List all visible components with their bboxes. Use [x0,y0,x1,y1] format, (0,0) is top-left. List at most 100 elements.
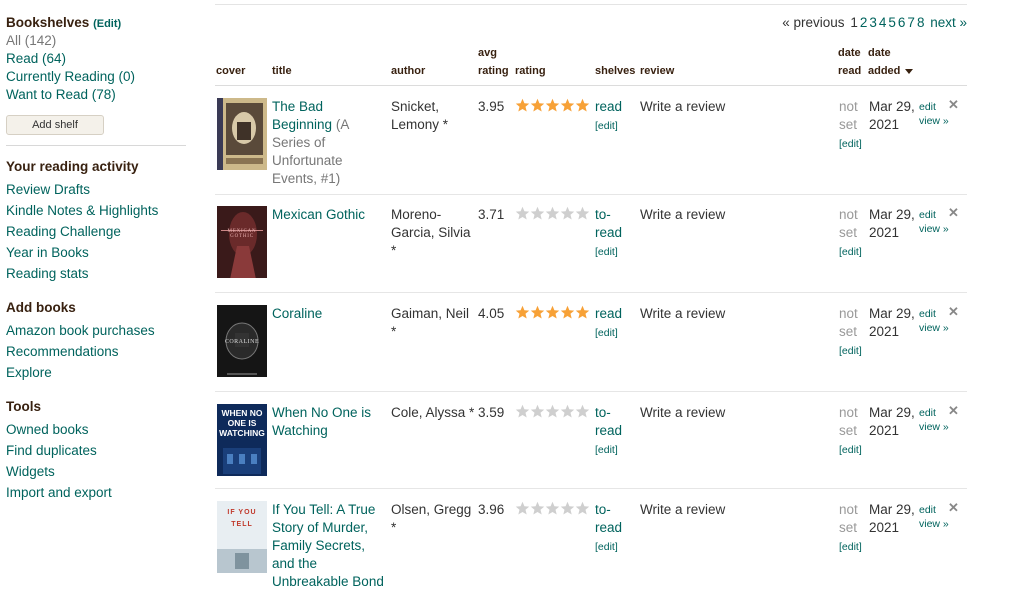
star-icon[interactable] [575,501,590,516]
import-export-link[interactable]: Import and export [6,482,112,503]
reading-challenge-link[interactable]: Reading Challenge [6,221,158,242]
book-title-link[interactable]: If You Tell: A True Story of Murder, Fam… [272,502,384,589]
remove-close-icon[interactable]: ✕ [948,98,962,112]
star-icon[interactable] [560,501,575,516]
header-rating[interactable]: rating [515,62,546,80]
header-cover[interactable]: cover [216,62,245,80]
star-icon[interactable] [515,206,530,221]
review-drafts-link[interactable]: Review Drafts [6,179,158,200]
shelf-all[interactable]: All (142) [6,32,135,50]
view-link[interactable]: view » [919,421,949,433]
shelf-read[interactable]: Read (64) [6,50,135,68]
header-title[interactable]: title [272,62,292,80]
view-link[interactable]: view » [919,115,949,127]
header-review[interactable]: review [640,62,674,80]
pagination-page[interactable]: 8 [917,15,925,30]
book-cover-coraline[interactable]: CORALINE [217,305,267,377]
star-icon[interactable] [545,305,560,320]
book-cover-bad-beginning[interactable] [217,98,267,170]
star-icon[interactable] [545,206,560,221]
star-icon[interactable] [560,305,575,320]
rating-stars[interactable] [515,404,595,419]
view-link[interactable]: view » [919,223,949,235]
view-link[interactable]: view » [919,518,949,530]
pagination-page[interactable]: 4 [879,15,887,30]
book-cover-if-you-tell[interactable]: IF YOU TELL [217,501,267,573]
shelf-link[interactable]: to-read [595,405,622,438]
star-icon[interactable] [515,98,530,113]
star-icon[interactable] [530,404,545,419]
date-read-edit-link[interactable]: [edit] [839,541,862,553]
view-link[interactable]: view » [919,322,949,334]
remove-close-icon[interactable]: ✕ [948,501,962,515]
write-review-link[interactable]: Write a review [640,404,760,422]
star-icon[interactable] [560,404,575,419]
rating-stars[interactable] [515,305,595,320]
shelf-currently-reading[interactable]: Currently Reading (0) [6,68,135,86]
author-link[interactable]: Moreno-Garcia, Silvia * [391,206,476,260]
author-link[interactable]: Snicket, Lemony * [391,98,476,134]
star-icon[interactable] [560,98,575,113]
star-icon[interactable] [515,404,530,419]
add-shelf-button[interactable]: Add shelf [6,115,104,135]
amazon-purchases-link[interactable]: Amazon book purchases [6,320,155,341]
write-review-link[interactable]: Write a review [640,501,760,519]
book-title-link[interactable]: Mexican Gothic [272,207,365,222]
date-read-edit-link[interactable]: [edit] [839,246,862,258]
date-read-edit-link[interactable]: [edit] [839,444,862,456]
shelf-want-to-read[interactable]: Want to Read (78) [6,86,135,104]
edit-link[interactable]: edit [919,209,936,221]
star-icon[interactable] [530,305,545,320]
shelf-link[interactable]: read [595,306,622,321]
book-cover-mexican-gothic[interactable]: MEXICAN GOTHIC [217,206,267,278]
kindle-notes-link[interactable]: Kindle Notes & Highlights [6,200,158,221]
find-duplicates-link[interactable]: Find duplicates [6,440,112,461]
rating-stars[interactable] [515,206,595,221]
book-cover-when-no-one-watching[interactable]: WHEN NO ONE IS WATCHING [217,404,267,476]
pagination-page[interactable]: 6 [898,15,906,30]
widgets-link[interactable]: Widgets [6,461,112,482]
explore-link[interactable]: Explore [6,362,155,383]
remove-close-icon[interactable]: ✕ [948,404,962,418]
header-date-read-top[interactable]: date [838,44,861,62]
book-title-link[interactable]: When No One is Watching [272,405,371,438]
star-icon[interactable] [545,501,560,516]
reading-stats-link[interactable]: Reading stats [6,263,158,284]
date-read-edit-link[interactable]: [edit] [839,138,862,150]
author-link[interactable]: Olsen, Gregg * [391,501,476,537]
shelf-link[interactable]: read [595,99,622,114]
remove-close-icon[interactable]: ✕ [948,305,962,319]
pagination-page[interactable]: 2 [860,15,868,30]
star-icon[interactable] [575,404,590,419]
year-in-books-link[interactable]: Year in Books [6,242,158,263]
header-avg-rating-top[interactable]: avg [478,44,497,62]
header-date-read-bottom[interactable]: read [838,62,861,80]
bookshelves-edit-link[interactable]: (Edit) [93,18,121,30]
star-icon[interactable] [515,305,530,320]
rating-stars[interactable] [515,501,595,516]
header-avg-rating-bottom[interactable]: rating [478,62,509,80]
shelf-link[interactable]: to-read [595,502,622,535]
book-title-link[interactable]: The Bad Beginning [272,99,332,132]
shelf-edit-link[interactable]: [edit] [595,444,618,456]
pagination-previous[interactable]: « previous [782,15,844,30]
book-title-link[interactable]: Coraline [272,306,322,321]
edit-link[interactable]: edit [919,101,936,113]
shelf-edit-link[interactable]: [edit] [595,246,618,258]
pagination-page[interactable]: 5 [888,15,896,30]
recommendations-link[interactable]: Recommendations [6,341,155,362]
shelf-edit-link[interactable]: [edit] [595,541,618,553]
header-date-added-bottom[interactable]: added [868,62,914,80]
header-shelves[interactable]: shelves [595,62,635,80]
write-review-link[interactable]: Write a review [640,206,760,224]
star-icon[interactable] [575,206,590,221]
pagination-page[interactable]: 3 [869,15,877,30]
shelf-edit-link[interactable]: [edit] [595,120,618,132]
star-icon[interactable] [515,501,530,516]
edit-link[interactable]: edit [919,308,936,320]
star-icon[interactable] [575,98,590,113]
star-icon[interactable] [530,98,545,113]
pagination-page[interactable]: 7 [907,15,915,30]
author-link[interactable]: Gaiman, Neil * [391,305,476,341]
star-icon[interactable] [530,501,545,516]
